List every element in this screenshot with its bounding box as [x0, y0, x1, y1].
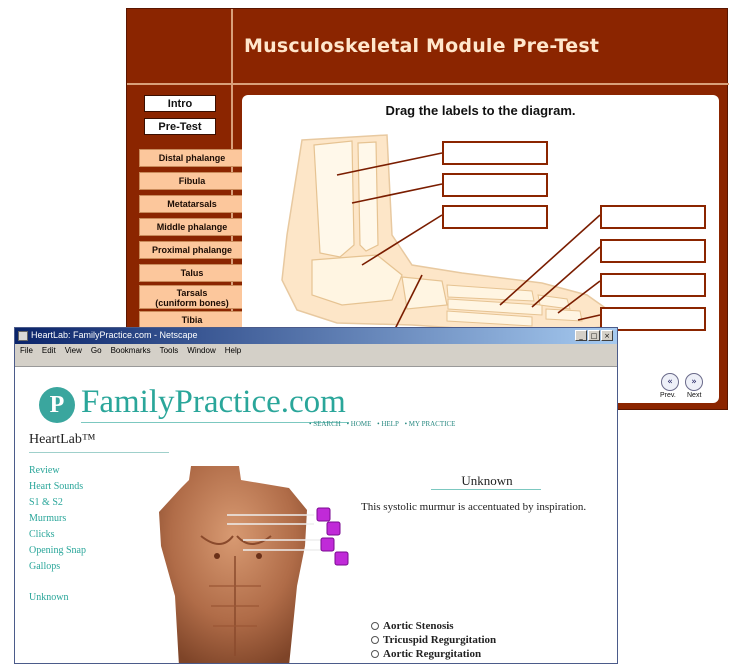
- drop-target[interactable]: [442, 173, 548, 197]
- option-tricuspid-regurgitation[interactable]: Tricuspid Regurgitation: [371, 634, 496, 646]
- option-label: Aortic Regurgitation: [383, 648, 482, 660]
- option-label: Tricuspid Regurgitation: [383, 634, 497, 646]
- menu-window[interactable]: Window: [187, 344, 215, 357]
- panel-title: Unknown: [461, 473, 513, 488]
- prev-icon[interactable]: «: [661, 373, 679, 391]
- sidebar-link-clicks[interactable]: Clicks: [29, 529, 55, 540]
- netscape-browser-window: HeartLab: FamilyPractice.com - Netscape …: [14, 327, 618, 664]
- sidebar-link-review[interactable]: Review: [29, 465, 60, 476]
- menu-help[interactable]: Help: [225, 344, 241, 357]
- sidebar-link-heart-sounds[interactable]: Heart Sounds: [29, 481, 83, 492]
- menu-bar: File Edit View Go Bookmarks Tools Window…: [15, 344, 617, 357]
- torso-illustration: [159, 466, 349, 663]
- close-icon[interactable]: ×: [601, 330, 613, 341]
- drag-label-fibula[interactable]: Fibula: [139, 172, 245, 190]
- sidebar-link-s1-s2[interactable]: S1 & S2: [29, 497, 63, 508]
- menu-file[interactable]: File: [20, 344, 33, 357]
- title-bar: HeartLab: FamilyPractice.com - Netscape …: [15, 328, 617, 344]
- drop-target[interactable]: [600, 205, 706, 229]
- sidebar-link-opening-snap[interactable]: Opening Snap: [29, 545, 86, 556]
- sidebar-link-gallops[interactable]: Gallops: [29, 561, 60, 572]
- prev-label: Prev.: [660, 392, 676, 399]
- divider: [431, 489, 541, 490]
- drag-label-tarsals[interactable]: Tarsals (cuniform bones): [139, 285, 245, 309]
- drag-label-distal-phalange[interactable]: Distal phalange: [139, 149, 245, 167]
- murmur-description: This systolic murmur is accentuated by i…: [361, 501, 587, 513]
- drop-target[interactable]: [600, 239, 706, 263]
- nav-home-link[interactable]: • HOME: [347, 420, 372, 428]
- site-brand[interactable]: FamilyPractice.com: [81, 384, 346, 421]
- radio-button[interactable]: [371, 650, 379, 658]
- drag-label-proximal-phalange[interactable]: Proximal phalange: [139, 241, 245, 259]
- module-title: Musculoskeletal Module Pre-Test: [244, 35, 600, 57]
- next-label: Next: [687, 392, 702, 399]
- drop-target[interactable]: [442, 205, 548, 229]
- pre-test-button[interactable]: Pre-Test: [144, 118, 216, 135]
- option-label: Aortic Stenosis: [383, 620, 454, 632]
- section-title: HeartLab™: [29, 432, 96, 447]
- site-top-nav: • SEARCH • HOME • HELP • MY PRACTICE: [309, 420, 459, 428]
- drag-label-metatarsals[interactable]: Metatarsals: [139, 195, 245, 213]
- menu-bookmarks[interactable]: Bookmarks: [111, 344, 151, 357]
- radio-button[interactable]: [371, 622, 379, 630]
- radio-button[interactable]: [371, 636, 379, 644]
- nav-my-practice-link[interactable]: • MY PRACTICE: [405, 420, 456, 428]
- window-title: HeartLab: FamilyPractice.com - Netscape: [31, 330, 198, 340]
- familypractice-logo[interactable]: P: [39, 387, 75, 423]
- option-aortic-stenosis[interactable]: Aortic Stenosis: [371, 620, 454, 632]
- menu-edit[interactable]: Edit: [42, 344, 56, 357]
- netscape-app-icon: [18, 331, 28, 341]
- drop-target[interactable]: [600, 273, 706, 297]
- drop-target[interactable]: [442, 141, 548, 165]
- menu-tools[interactable]: Tools: [160, 344, 179, 357]
- toolbar: [15, 357, 617, 367]
- intro-button[interactable]: Intro: [144, 95, 216, 112]
- sidebar-link-unknown[interactable]: Unknown: [29, 592, 68, 603]
- divider: [127, 83, 729, 85]
- menu-go[interactable]: Go: [91, 344, 102, 357]
- nav-help-link[interactable]: • HELP: [377, 420, 399, 428]
- drag-label-talus[interactable]: Talus: [139, 264, 245, 282]
- nav-search-link[interactable]: • SEARCH: [309, 420, 341, 428]
- minimize-icon[interactable]: _: [575, 330, 587, 341]
- next-icon[interactable]: »: [685, 373, 703, 391]
- option-aortic-regurgitation[interactable]: Aortic Regurgitation: [371, 648, 481, 660]
- divider: [29, 452, 169, 453]
- sidebar-link-murmurs[interactable]: Murmurs: [29, 513, 66, 524]
- maximize-icon[interactable]: □: [588, 330, 600, 341]
- drag-label-middle-phalange[interactable]: Middle phalange: [139, 218, 245, 236]
- menu-view[interactable]: View: [65, 344, 82, 357]
